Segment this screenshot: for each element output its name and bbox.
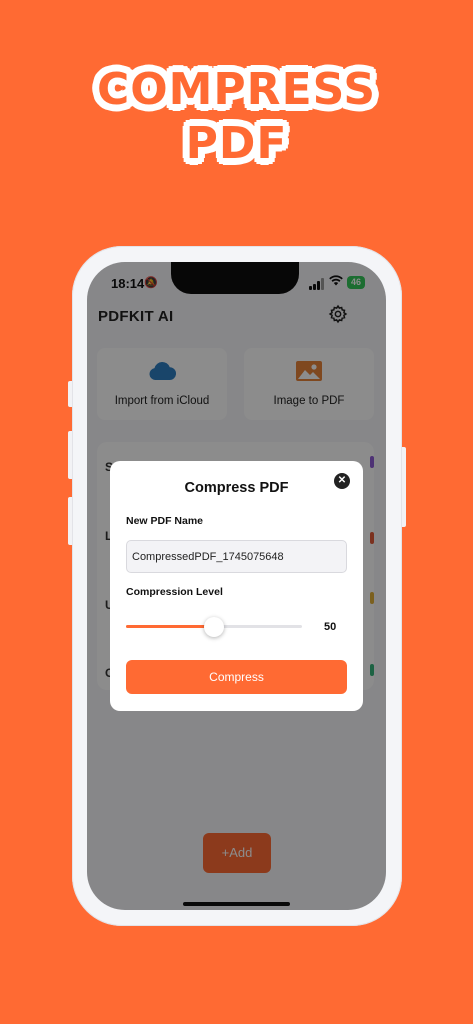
compress-button[interactable]: Compress [126,660,347,694]
pdf-name-input[interactable] [126,540,347,573]
headline-compress: COMPRESS [96,64,377,115]
slider-thumb[interactable] [204,617,224,637]
headline-pdf: PDF [185,118,288,169]
compress-pdf-dialog: Compress PDF ✕ New PDF Name Compression … [110,461,363,711]
compression-level-value: 50 [324,621,337,633]
compression-level-slider[interactable] [126,617,302,637]
pdf-name-label: New PDF Name [126,515,204,527]
phone-screen: 18:14 🔕 46 PDFKIT AI Import from iCloud … [87,262,386,910]
close-icon[interactable]: ✕ [334,473,350,489]
dialog-title: Compress PDF [184,480,289,496]
compression-level-label: Compression Level [126,586,223,598]
slider-fill [126,625,214,628]
